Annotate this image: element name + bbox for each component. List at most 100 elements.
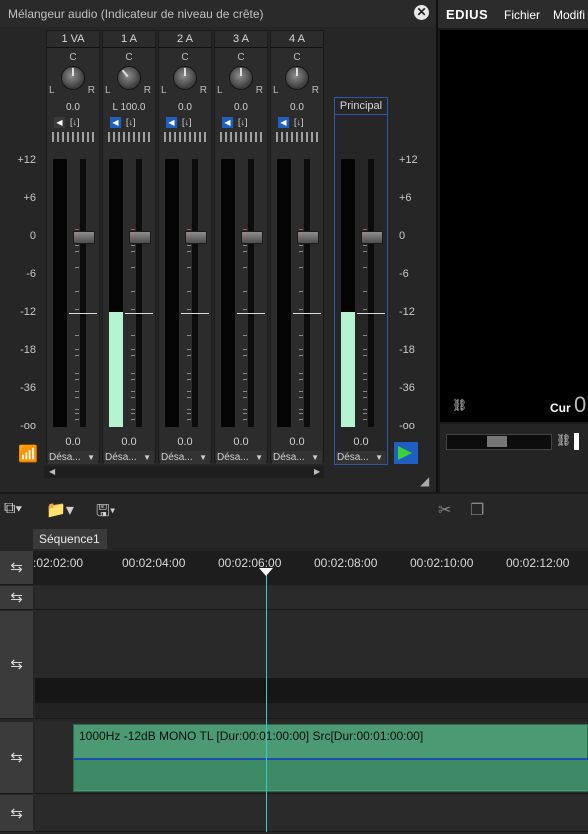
speaker-icon[interactable]: ◀ (278, 117, 289, 128)
fader-track[interactable] (80, 159, 86, 427)
menu-item-file[interactable]: Fichier (504, 8, 540, 22)
meter-tick (299, 251, 303, 252)
track-header[interactable]: ⇆ (0, 586, 33, 610)
channel-toggles[interactable] (276, 132, 320, 142)
shuttle-handle[interactable] (487, 436, 507, 447)
meter-tick (363, 355, 367, 356)
track-sync-icon[interactable]: ⇆ (10, 656, 23, 673)
track-sync-icon[interactable]: ⇆ (10, 749, 23, 766)
channel-toggles[interactable] (220, 132, 264, 142)
channel-strip: 4 A C L R 0.0 ◀ [↓] 0.0 Désa... ▼ (270, 30, 324, 464)
pan-value: 0.0 (234, 102, 248, 113)
level-meter (109, 159, 123, 427)
close-icon[interactable]: ✕ (414, 5, 429, 20)
track-sync-icon[interactable]: ⇆ (10, 589, 23, 606)
menu-item-edit[interactable]: Modifi (553, 8, 585, 22)
output-select[interactable]: Désa... ▼ (272, 451, 322, 464)
channel-mode-icon[interactable]: [↓] (126, 117, 136, 127)
speaker-icon[interactable]: ◀ (166, 117, 177, 128)
playhead-line[interactable] (266, 568, 267, 832)
pan-knob[interactable] (173, 66, 197, 90)
output-select[interactable]: Désa... ▼ (160, 451, 210, 464)
master-fader-track[interactable] (368, 159, 374, 427)
audio-output-icon[interactable]: ⛓ (452, 398, 467, 412)
meter-tick (187, 267, 191, 268)
output-select[interactable]: Désa... ▼ (104, 451, 154, 464)
channel-toggles[interactable] (108, 132, 152, 142)
resize-grip-icon[interactable]: ◢ (420, 474, 429, 488)
meter-tick (75, 355, 79, 356)
scroll-right-icon[interactable]: ▶ (314, 467, 320, 476)
track-header[interactable]: ⇆ (0, 795, 33, 832)
track-lane[interactable] (35, 795, 588, 832)
fader-track[interactable] (304, 159, 310, 427)
track-lane[interactable] (35, 586, 588, 610)
meter-tick (187, 397, 191, 398)
pan-knob[interactable] (285, 66, 309, 90)
meter-tick (187, 245, 191, 246)
meter-tick (299, 379, 303, 380)
speaker-icon[interactable]: ◀ (110, 117, 121, 128)
meter-tick (187, 229, 191, 230)
meter-tick (243, 245, 247, 246)
pan-knob[interactable] (117, 66, 141, 90)
save-icon[interactable]: 🖫▾ (96, 500, 116, 527)
meter-tick (131, 413, 135, 414)
channel-name: 3 A (215, 33, 267, 48)
scroll-left-icon[interactable]: ◀ (49, 467, 55, 476)
level-chart-icon[interactable]: 📶 (18, 444, 38, 464)
fader-track[interactable] (136, 159, 142, 427)
track-lane[interactable] (35, 703, 588, 719)
meter-tick (131, 245, 135, 246)
meter-tick (131, 379, 135, 380)
track-header[interactable]: ⇆ (0, 611, 33, 719)
track-sync-icon[interactable]: ⇆ (10, 559, 23, 576)
speaker-icon[interactable]: ◀ (54, 117, 65, 128)
meter-tick (131, 391, 135, 392)
channel-toggles[interactable] (164, 132, 208, 142)
channel-mode-icon[interactable]: [↓] (70, 117, 80, 127)
track-layout-icon[interactable]: ⧉▾ (4, 500, 22, 518)
meter-tick (243, 391, 247, 392)
playhead-marker[interactable] (259, 568, 273, 576)
level-meter (165, 159, 179, 427)
track-header[interactable]: ⇆ (0, 722, 33, 794)
track-lane[interactable] (35, 611, 588, 679)
fader-track[interactable] (192, 159, 198, 427)
track-lane[interactable] (35, 679, 588, 703)
master-output-select[interactable]: Désa... ▼ (336, 451, 386, 464)
volume-bar[interactable] (574, 433, 579, 450)
channel-mode-icon[interactable]: [↓] (238, 117, 248, 127)
timeline-ruler[interactable] (33, 551, 588, 585)
meter-tick (363, 237, 367, 238)
output-select[interactable]: Désa... ▼ (216, 451, 266, 464)
channel-mode-icon[interactable]: [↓] (294, 117, 304, 127)
open-folder-icon[interactable]: 📁▾ (46, 500, 74, 520)
pan-left-label: L (49, 85, 55, 96)
mixer-scrollbar[interactable] (44, 466, 324, 478)
meter-tick (299, 349, 303, 350)
pan-knob[interactable] (229, 66, 253, 90)
fader-reference-line (237, 313, 265, 314)
copy-icon[interactable]: ❐ (470, 500, 484, 520)
channel-mode-icon[interactable]: [↓] (182, 117, 192, 127)
output-select[interactable]: Désa... ▼ (48, 451, 98, 464)
audio-output-icon[interactable]: ⛓ (556, 433, 571, 447)
meter-tick (75, 409, 79, 410)
speaker-icon[interactable]: ◀ (222, 117, 233, 128)
channel-name: 1 A (103, 33, 155, 48)
volume-value: 0.0 (233, 436, 249, 448)
fader-track[interactable] (248, 159, 254, 427)
audio-clip-waveform[interactable] (74, 758, 588, 790)
track-header[interactable]: ⇆ (0, 551, 33, 585)
pan-left-label: L (217, 85, 223, 96)
meter-tick (187, 291, 191, 292)
meter-tick (363, 379, 367, 380)
meter-tick (75, 419, 79, 420)
tab-sequence1[interactable]: Séquence1 (33, 529, 107, 549)
track-sync-icon[interactable]: ⇆ (10, 805, 23, 822)
channel-toggles[interactable] (52, 132, 96, 142)
pan-knob[interactable] (61, 66, 85, 90)
chevron-down-icon: ▼ (143, 453, 151, 462)
cut-icon[interactable]: ✂ (438, 500, 451, 520)
